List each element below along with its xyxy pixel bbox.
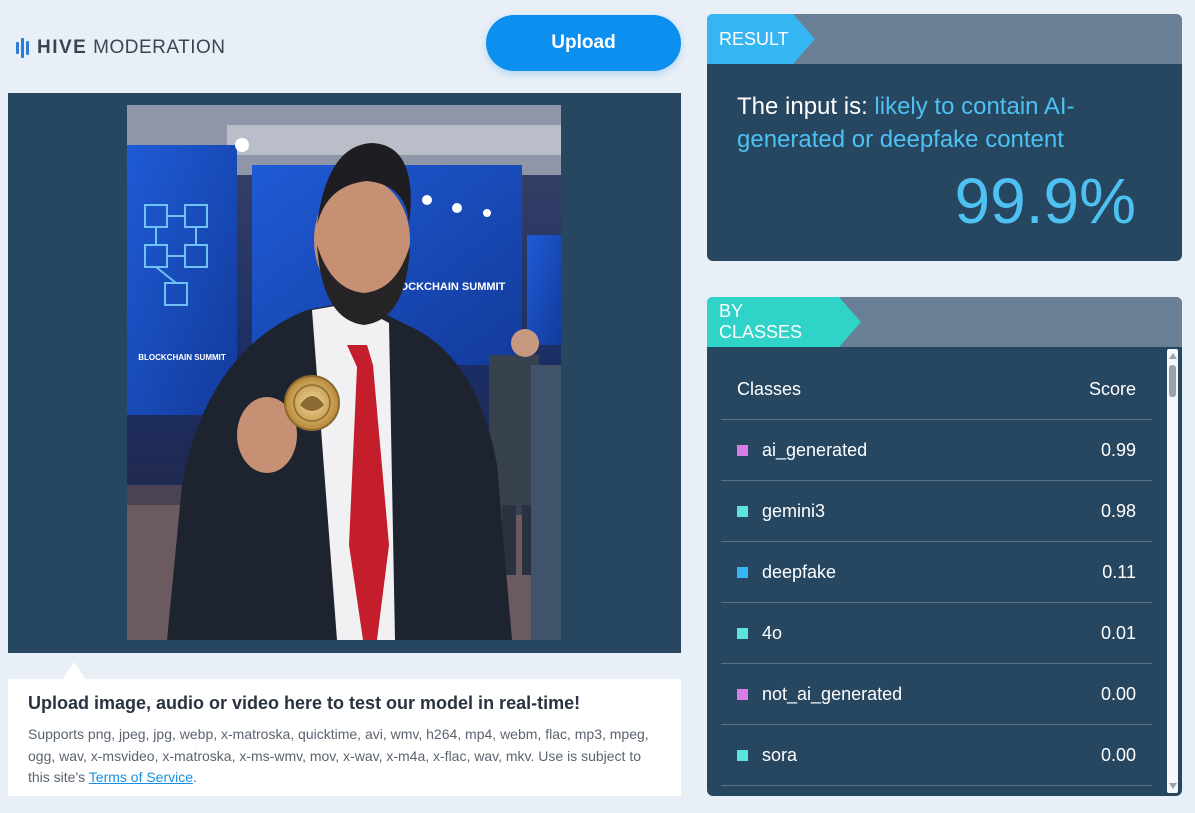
table-row: deepfake 0.11 [721, 542, 1152, 603]
scroll-down-icon[interactable] [1169, 783, 1177, 789]
class-name-cell: gemini3 [737, 501, 825, 522]
upload-info-card: Upload image, audio or video here to tes… [8, 679, 681, 796]
class-color-swatch [737, 505, 748, 517]
class-score: 0.11 [1102, 561, 1136, 582]
result-card-header: RESULT [707, 14, 1182, 64]
class-name-cell: 4o [737, 623, 782, 644]
class-score: 0.99 [1100, 439, 1136, 460]
info-pointer [62, 662, 86, 680]
class-name: not_ai_generated [762, 683, 903, 704]
classes-scroll-area[interactable]: Classes Score ai_generated 0.99 gemini3 0.9… [707, 347, 1182, 796]
class-score: 0.00 [1100, 683, 1136, 704]
scrollbar-thumb[interactable] [1169, 365, 1176, 397]
class-color-swatch [737, 749, 748, 761]
class-name-cell: not_ai_generated [737, 684, 902, 705]
scroll-up-icon[interactable] [1169, 353, 1177, 359]
class-name-cell: ai_generated [737, 440, 867, 461]
class-color-swatch [737, 627, 748, 639]
scrollbar[interactable] [1167, 349, 1178, 793]
logo-text: HIVE MODERATION [37, 37, 226, 58]
class-name: deepfake [762, 561, 837, 582]
classes-card: BY CLASSES Classes Score ai_generated 0.9… [707, 297, 1182, 796]
result-tag: RESULT [707, 14, 815, 64]
class-score: 0.98 [1100, 500, 1136, 521]
class-name-cell: deepfake [737, 562, 836, 583]
hive-logo-icon [16, 37, 29, 59]
class-name-cell: sora [737, 745, 797, 766]
table-row: ai_generated 0.99 [721, 420, 1152, 481]
class-color-swatch [737, 444, 748, 456]
banner-text-left: BLOCKCHAIN SUMMIT [138, 353, 226, 362]
logo[interactable]: HIVE MODERATION [16, 36, 226, 60]
result-score: 99.9% [954, 165, 1136, 237]
column-header-classes: Classes [737, 378, 802, 399]
class-color-swatch [737, 566, 748, 578]
column-header-score: Score [1088, 378, 1136, 399]
result-verdict: The input is: likely to contain AI-gener… [737, 93, 1075, 153]
result-card: RESULT The input is: likely to contain A… [707, 14, 1182, 261]
class-name: ai_generated [762, 439, 868, 460]
class-color-swatch [737, 688, 748, 700]
class-name: 4o [762, 622, 783, 643]
classes-card-header: BY CLASSES [707, 297, 1182, 347]
class-score: 0.01 [1100, 622, 1136, 643]
classes-table: Classes Score ai_generated 0.99 gemini3 0.9… [721, 347, 1152, 786]
table-row: gemini3 0.98 [721, 481, 1152, 542]
class-score: 0.00 [1100, 744, 1136, 765]
table-row: not_ai_generated 0.00 [721, 664, 1152, 725]
table-row: 4o 0.01 [721, 603, 1152, 664]
terms-of-service-link[interactable]: Terms of Service [89, 769, 193, 785]
table-row: sora 0.00 [721, 725, 1152, 786]
class-name: gemini3 [762, 500, 826, 521]
class-name: sora [762, 744, 798, 765]
upload-button[interactable]: Upload [486, 15, 681, 71]
upload-info-title: Upload image, audio or video here to tes… [28, 693, 581, 713]
table-header-row: Classes Score [721, 347, 1152, 420]
classes-tag: BY CLASSES [707, 297, 861, 347]
uploaded-photo: SYRIA BLOCKCHAIN SUMMIT BLOCKCHAIN SUMMI… [127, 105, 561, 640]
supported-formats-text: Supports png, jpeg, jpg, webp, x-matrosk… [28, 726, 649, 785]
